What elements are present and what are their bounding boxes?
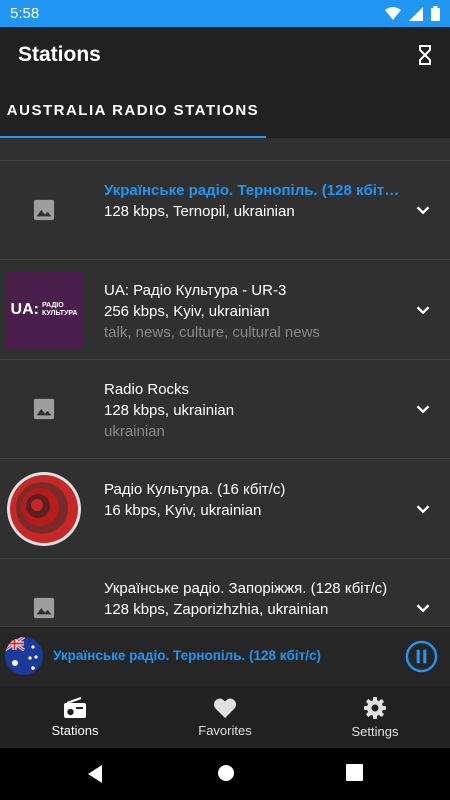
- chevron-down-icon[interactable]: [412, 597, 434, 619]
- now-playing-title: Українське радіо. Тернопіль. (128 кбіт/с…: [53, 648, 321, 663]
- status-bar: 5:58: [0, 0, 450, 27]
- chevron-down-icon[interactable]: [412, 498, 434, 520]
- chevron-down-icon[interactable]: [412, 398, 434, 420]
- station-name: UA: Радіо Культура - UR-3: [104, 282, 287, 299]
- station-info: Радіо Культура. (16 кбіт/с) 16 kbps, Kyi…: [104, 479, 400, 521]
- placeholder-image-icon: [33, 398, 55, 420]
- nav-item-settings[interactable]: Settings: [300, 686, 450, 748]
- station-list[interactable]: Українське радіо. Тернопіль. (128 кбіт/с…: [0, 138, 450, 626]
- station-meta: 128 kbps, ukrainian: [104, 402, 235, 419]
- placeholder-image-icon: [33, 597, 55, 619]
- station-name: Українське радіо. Запоріжжя. (128 кбіт/с…: [104, 580, 388, 597]
- nav-label: Favorites: [198, 722, 252, 738]
- station-meta: 256 kbps, Kyiv, ukrainian: [104, 303, 270, 320]
- battery-icon: [431, 6, 440, 21]
- station-tags: ukrainian: [104, 423, 165, 440]
- status-time: 5:58: [10, 5, 40, 22]
- chevron-down-icon[interactable]: [412, 199, 434, 221]
- mini-player[interactable]: Українське радіо. Тернопіль. (128 кбіт/с…: [0, 626, 450, 686]
- home-icon[interactable]: [217, 764, 235, 782]
- radio-icon: [64, 696, 86, 718]
- station-name: Radio Rocks: [104, 381, 190, 398]
- station-thumbnail: [5, 569, 83, 626]
- hourglass-icon[interactable]: [418, 45, 432, 65]
- station-row[interactable]: UA: РАДІО КУЛЬТУРА UA: Радіо Культура - …: [0, 261, 450, 360]
- nav-label: Settings: [351, 723, 399, 739]
- station-thumbnail: [5, 171, 83, 249]
- logo-line2: КУЛЬТУРА: [41, 310, 78, 317]
- station-meta: 16 kbps, Kyiv, ukrainian: [104, 502, 262, 519]
- page-title: Stations: [18, 43, 101, 66]
- red-circle-logo: [7, 472, 81, 546]
- wifi-icon: [385, 6, 401, 20]
- nav-item-stations[interactable]: Stations: [0, 686, 150, 748]
- status-icons: [385, 6, 440, 21]
- station-row[interactable]: Українське радіо. Запоріжжя. (128 кбіт/с…: [0, 559, 450, 626]
- station-row[interactable]: Радіо Культура. (16 кбіт/с) 16 kbps, Kyi…: [0, 460, 450, 559]
- logo-ua-text: UA:: [10, 301, 39, 318]
- list-divider-row: [0, 138, 450, 161]
- tab-australia-radio-stations[interactable]: AUSTRALIA RADIO STATIONS: [0, 83, 266, 138]
- station-meta: 128 kbps, Zaporizhzhia, ukrainian: [104, 601, 329, 618]
- station-name: Українське радіо. Тернопіль. (128 кбіт/с…: [104, 182, 400, 199]
- ua-radio-kultura-logo: UA: РАДІО КУЛЬТУРА: [11, 301, 78, 319]
- station-row[interactable]: Українське радіо. Тернопіль. (128 кбіт/с…: [0, 161, 450, 260]
- nav-label: Stations: [51, 722, 99, 738]
- station-thumbnail: [5, 470, 83, 548]
- station-thumbnail: [5, 370, 83, 448]
- recents-icon[interactable]: [346, 764, 363, 781]
- station-name: Радіо Культура. (16 кбіт/с): [104, 481, 286, 498]
- tab-bar: AUSTRALIA RADIO STATIONS: [0, 83, 450, 138]
- station-row[interactable]: Radio Rocks 128 kbps, ukrainian ukrainia…: [0, 360, 450, 459]
- station-info: Українське радіо. Запоріжжя. (128 кбіт/с…: [104, 578, 400, 620]
- station-tags: talk, news, culture, cultural news: [104, 324, 320, 341]
- station-meta: 128 kbps, Ternopil, ukrainian: [104, 203, 295, 220]
- station-info: Radio Rocks 128 kbps, ukrainian ukrainia…: [104, 379, 400, 442]
- heart-icon: [213, 698, 237, 718]
- station-info: UA: Радіо Культура - UR-3 256 kbps, Kyiv…: [104, 280, 400, 343]
- system-nav-bar: [0, 748, 450, 800]
- placeholder-image-icon: [33, 199, 55, 221]
- bottom-nav: Stations Favorites Settings: [0, 686, 450, 748]
- australia-flag-icon: [5, 637, 43, 675]
- gear-icon: [364, 696, 386, 719]
- logo-sub-text: РАДІО КУЛЬТУРА: [42, 302, 78, 318]
- signal-icon: [409, 6, 423, 21]
- station-thumbnail: UA: РАДІО КУЛЬТУРА: [5, 271, 83, 349]
- station-info: Українське радіо. Тернопіль. (128 кбіт/с…: [104, 180, 400, 222]
- app-bar: Stations: [0, 27, 450, 83]
- back-icon[interactable]: [86, 764, 104, 784]
- chevron-down-icon[interactable]: [412, 299, 434, 321]
- logo-line1: РАДІО: [41, 302, 64, 309]
- pause-button[interactable]: [405, 640, 438, 673]
- nav-item-favorites[interactable]: Favorites: [150, 686, 300, 748]
